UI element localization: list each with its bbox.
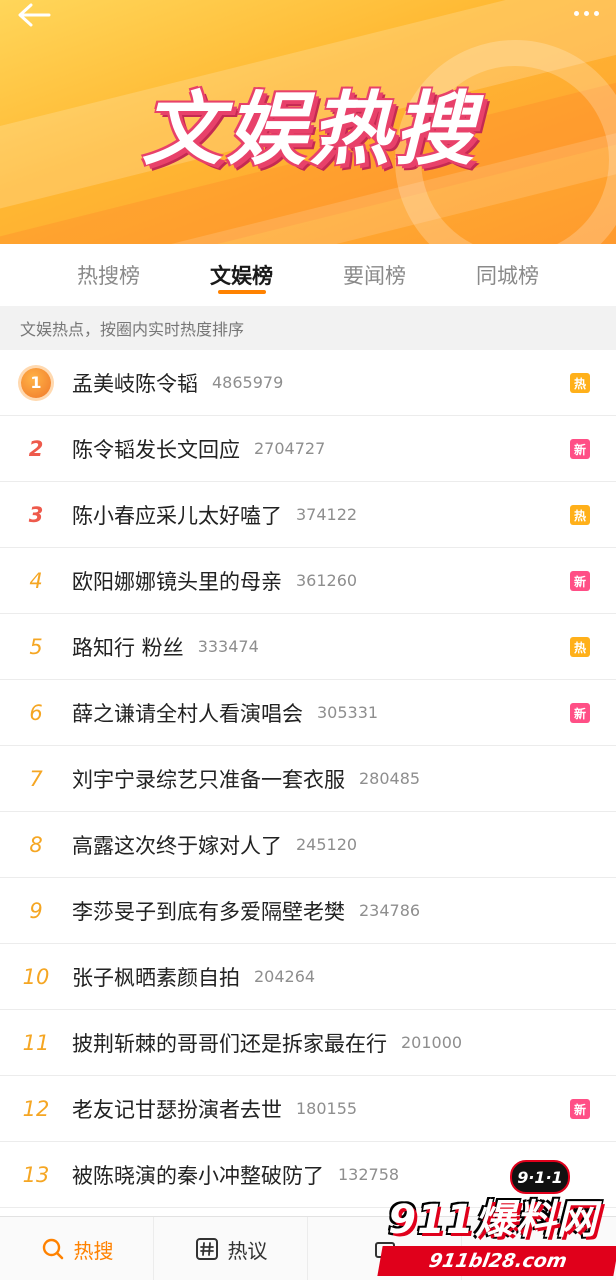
item-title: 刘宇宁录综艺只准备一套衣服 <box>72 767 345 792</box>
list-item[interactable]: 2 陈令韬发长文回应 2704727 新 <box>0 416 616 482</box>
new-tag: 新 <box>570 1099 590 1119</box>
rank-number: 9 <box>29 898 43 923</box>
dot-icon <box>593 10 599 16</box>
item-count: 234786 <box>359 901 421 920</box>
new-tag: 新 <box>570 439 590 459</box>
watermark-logo: 9·1·1 911爆料网 911bl28.com <box>370 1160 616 1280</box>
list-item[interactable]: 1 孟美岐陈令韬 4865979 热 <box>0 350 616 416</box>
list-item[interactable]: 3 陈小春应采儿太好嗑了 374122 热 <box>0 482 616 548</box>
rank-number: 4 <box>29 568 43 593</box>
item-count: 180155 <box>296 1099 358 1118</box>
list-item[interactable]: 6 薛之谦请全村人看演唱会 305331 新 <box>0 680 616 746</box>
item-count: 4865979 <box>212 373 284 392</box>
tab-local[interactable]: 同城榜 <box>441 244 574 306</box>
item-count: 204264 <box>254 967 316 986</box>
item-title: 路知行 粉丝 <box>72 635 184 660</box>
rank-number: 7 <box>29 766 43 791</box>
nav-label: 热搜 <box>73 1238 114 1263</box>
rank-number: 11 <box>22 1030 50 1055</box>
list-item[interactable]: 12 老友记甘瑟扮演者去世 180155 新 <box>0 1076 616 1142</box>
search-icon <box>40 1236 66 1262</box>
more-options-button[interactable] <box>564 0 608 26</box>
back-arrow-icon <box>18 3 51 27</box>
item-title: 老友记甘瑟扮演者去世 <box>72 1097 282 1122</box>
rank-number: 10 <box>22 964 50 989</box>
item-count: 201000 <box>401 1033 463 1052</box>
list-item[interactable]: 10 张子枫晒素颜自拍 204264 <box>0 944 616 1010</box>
rank-number: 1 <box>21 367 51 398</box>
item-title: 薛之谦请全村人看演唱会 <box>72 701 303 726</box>
rank-number: 3 <box>28 502 44 527</box>
hot-tag: 热 <box>570 373 590 393</box>
list-description: 文娱热点，按圈内实时热度排序 <box>0 306 616 350</box>
item-title: 欧阳娜娜镜头里的母亲 <box>72 569 282 594</box>
item-count: 361260 <box>296 571 358 590</box>
new-tag: 新 <box>570 703 590 723</box>
item-title: 张子枫晒素颜自拍 <box>72 965 240 990</box>
back-button[interactable] <box>14 0 54 30</box>
ranking-tabs: 热搜榜 文娱榜 要闻榜 同城榜 <box>0 244 616 306</box>
hashtag-icon <box>194 1236 220 1262</box>
item-count: 305331 <box>317 703 379 722</box>
list-item[interactable]: 7 刘宇宁录综艺只准备一套衣服 280485 <box>0 746 616 812</box>
new-tag: 新 <box>570 571 590 591</box>
dot-icon <box>573 10 579 16</box>
hot-tag: 热 <box>570 505 590 525</box>
item-title: 陈小春应采儿太好嗑了 <box>72 503 282 528</box>
item-count: 333474 <box>197 637 259 656</box>
list-item[interactable]: 9 李莎旻子到底有多爱隔壁老樊 234786 <box>0 878 616 944</box>
tab-news[interactable]: 要闻榜 <box>308 244 441 306</box>
item-count: 2704727 <box>254 439 326 458</box>
item-title: 陈令韬发长文回应 <box>72 437 240 462</box>
item-count: 280485 <box>359 769 421 788</box>
watermark-url: 911bl28.com <box>377 1246 616 1276</box>
list-item[interactable]: 8 高露这次终于嫁对人了 245120 <box>0 812 616 878</box>
list-item[interactable]: 11 披荆斩棘的哥哥们还是拆家最在行 201000 <box>0 1010 616 1076</box>
item-count: 374122 <box>296 505 358 524</box>
hot-tag: 热 <box>570 637 590 657</box>
rank-number: 13 <box>22 1162 50 1187</box>
item-title: 被陈晓演的秦小冲整破防了 <box>72 1163 324 1188</box>
item-title: 孟美岐陈令韬 <box>72 371 198 396</box>
item-title: 披荆斩棘的哥哥们还是拆家最在行 <box>72 1031 387 1056</box>
item-title: 高露这次终于嫁对人了 <box>72 833 282 858</box>
rank-number: 6 <box>29 700 43 725</box>
header-banner: 文娱热搜 <box>0 0 616 244</box>
item-count: 245120 <box>296 835 358 854</box>
rank-number: 8 <box>29 832 43 857</box>
tab-hot-search[interactable]: 热搜榜 <box>42 244 175 306</box>
watermark-brand: 911爆料网 <box>388 1197 598 1243</box>
dot-icon <box>583 10 589 16</box>
hot-list: 1 孟美岐陈令韬 4865979 热 2 陈令韬发长文回应 2704727 新 … <box>0 350 616 1208</box>
rank-number: 12 <box>22 1096 50 1121</box>
nav-label: 热议 <box>227 1238 268 1263</box>
list-item[interactable]: 5 路知行 粉丝 333474 热 <box>0 614 616 680</box>
list-item[interactable]: 4 欧阳娜娜镜头里的母亲 361260 新 <box>0 548 616 614</box>
nav-discussion[interactable]: 热议 <box>154 1217 308 1280</box>
nav-hot-search[interactable]: 热搜 <box>0 1217 154 1280</box>
rank-badge: 1 <box>0 367 72 398</box>
rank-number: 5 <box>29 634 43 659</box>
item-title: 李莎旻子到底有多爱隔壁老樊 <box>72 899 345 924</box>
tab-entertainment[interactable]: 文娱榜 <box>175 244 308 306</box>
banner-title: 文娱热搜 <box>142 83 478 176</box>
rank-number: 2 <box>28 436 44 461</box>
